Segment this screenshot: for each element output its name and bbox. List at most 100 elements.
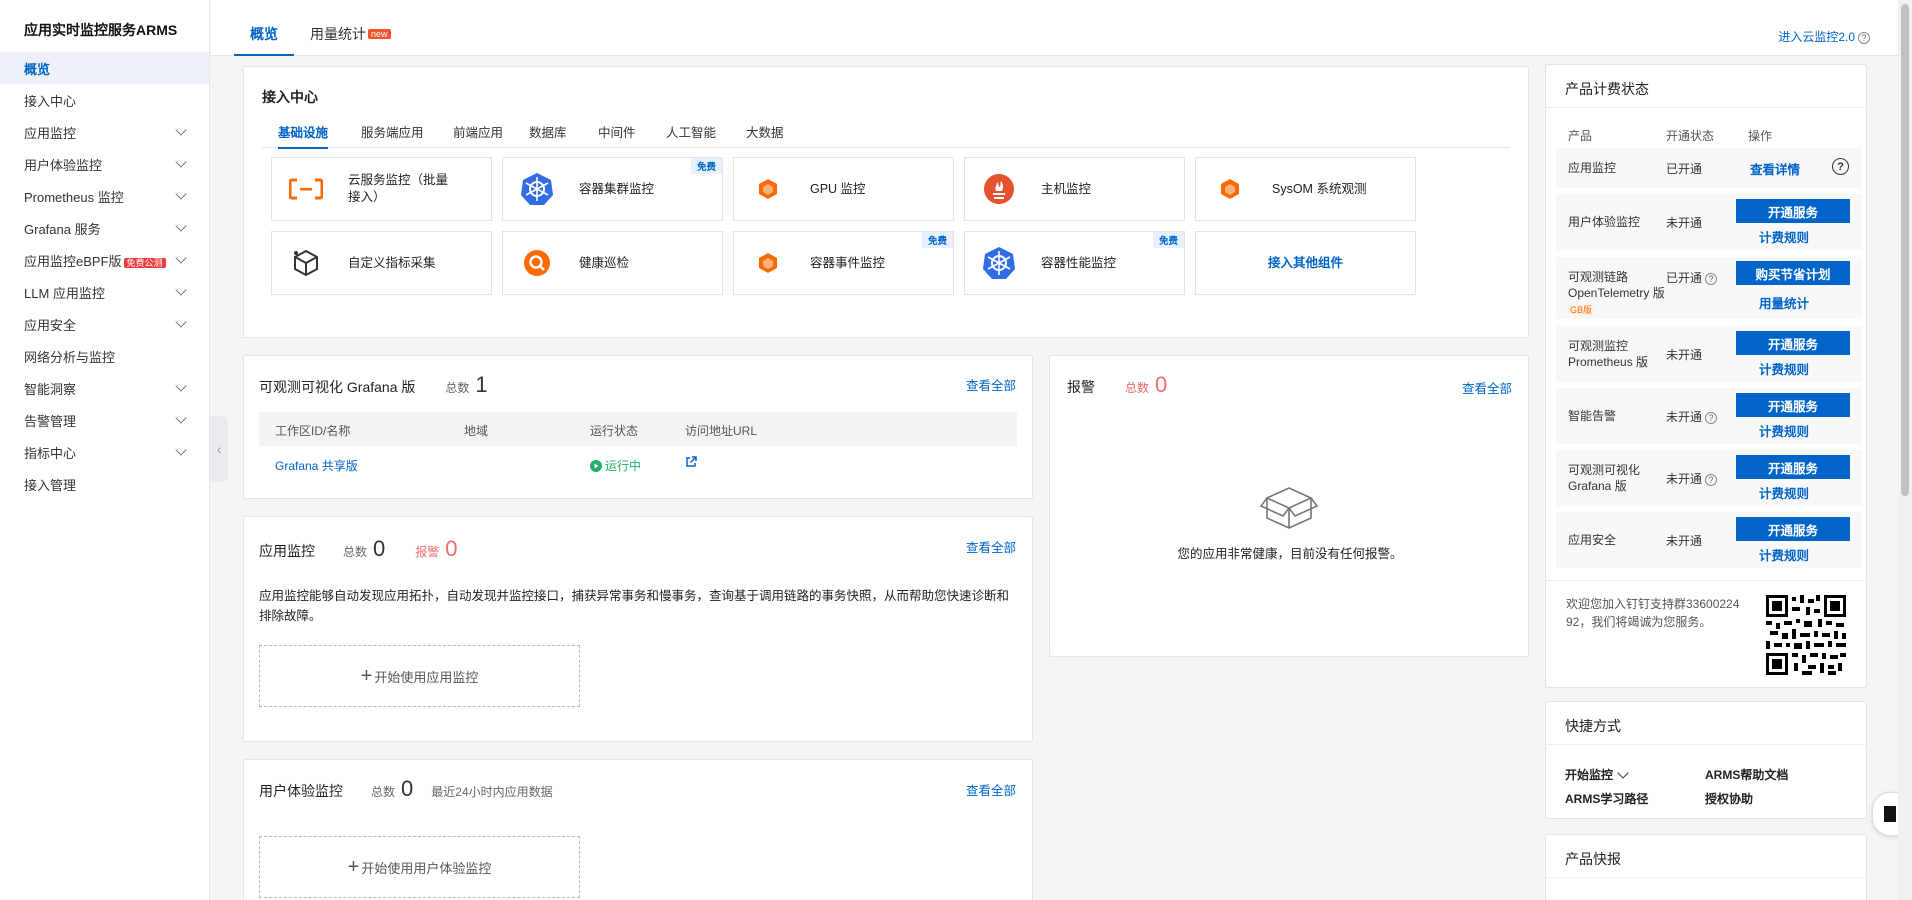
tile-label: 健康巡检 [579,255,630,270]
table-row: Grafana 共享版 运行中 [259,446,1017,480]
start-app-monitor-button[interactable]: + 开始使用应用监控 [259,645,580,707]
app-alarm-count: 0 [445,536,458,561]
tile-container-perf[interactable]: 容器性能监控 免费 [964,231,1185,295]
help-icon: ? [1858,31,1870,44]
sidebar-item-grafana[interactable]: Grafana 服务 [0,212,209,244]
sidebar-item-prometheus[interactable]: Prometheus 监控 [0,180,209,212]
tab-middleware[interactable]: 中间件 [598,122,636,147]
activate-button[interactable]: 开通服务 [1736,331,1850,355]
sidebar-item-app-security[interactable]: 应用安全 [0,308,209,340]
product-name: 可观测链路 OpenTelemetry 版 GB版 [1568,269,1668,318]
view-all-link[interactable]: 查看全部 [1462,378,1512,397]
tile-custom-metrics[interactable]: 自定义指标采集 [271,231,492,295]
view-all-link[interactable]: 查看全部 [966,780,1016,799]
workspace-link[interactable]: Grafana 共享版 [275,457,358,474]
free-badge: 免费 [690,158,722,174]
page-scrollbar[interactable] [1898,0,1912,900]
sidebar-item-ebpf[interactable]: 应用监控eBPF版 免费公测 [0,244,209,276]
tab-frontend[interactable]: 前端应用 [453,122,503,147]
column-header: 开通状态 [1666,129,1715,143]
start-monitoring-dropdown[interactable]: 开始监控 [1565,766,1629,783]
app-monitor-card: 应用监控 总数 0 报警 0 查看全部 应用监控能够自动发现应用拓扑，自动发现并… [243,516,1033,742]
cube-icon [288,245,324,281]
usage-stats-link[interactable]: 用量统计 [1759,293,1809,312]
activate-button[interactable]: 开通服务 [1736,393,1850,417]
tile-gpu[interactable]: GPU 监控 [733,157,954,221]
activate-button[interactable]: 开通服务 [1736,199,1850,223]
tile-cloud-service[interactable]: 云服务监控（批量接入） [271,157,492,221]
chevron-down-icon [175,188,187,200]
running-icon [590,459,602,472]
start-ux-monitor-button[interactable]: + 开始使用用户体验监控 [259,836,580,898]
sidebar-item-ux-monitor[interactable]: 用户体验监控 [0,148,209,180]
tab-overview[interactable]: 概览 [234,24,294,56]
tile-container-events[interactable]: 容器事件监控 免费 [733,231,954,295]
sidebar-item-metrics[interactable]: 指标中心 [0,436,209,468]
tab-infra[interactable]: 基础设施 [278,122,329,149]
chevron-down-icon [1617,766,1629,779]
tile-other-components[interactable]: 接入其他组件 [1195,231,1416,295]
sidebar-item-insight[interactable]: 智能洞察 [0,372,209,404]
pricing-link[interactable]: 计费规则 [1759,545,1809,564]
tile-container-cluster[interactable]: 容器集群监控 免费 [502,157,723,221]
pricing-link[interactable]: 计费规则 [1759,227,1809,246]
product-status: 已开通 [1666,162,1703,176]
view-all-link[interactable]: 查看全部 [966,375,1016,394]
buy-saving-plan-button[interactable]: 购买节省计划 [1736,261,1850,285]
tab-ai[interactable]: 人工智能 [666,122,716,147]
help-icon: ? [1705,473,1718,486]
sidebar-item-overview[interactable]: 概览 [0,52,209,84]
sidebar-item-access-manage[interactable]: 接入管理 [0,468,209,500]
shortcuts-title: 快捷方式 [1565,718,1621,734]
column-header: 地域 [464,424,489,438]
billing-row-app-monitor: 应用监控 已开通 查看详情 ? [1556,148,1862,188]
tab-bigdata[interactable]: 大数据 [746,122,784,147]
sidebar-item-network[interactable]: 网络分析与监控 [0,340,209,372]
sidebar-item-label: 应用安全 [24,317,77,333]
sidebar-collapse-handle[interactable]: ‹ [210,416,228,482]
pricing-link[interactable]: 计费规则 [1759,421,1809,440]
sidebar-item-llm[interactable]: LLM 应用监控 [0,276,209,308]
billing-row-app-security: 应用安全 未开通 开通服务 计费规则 [1556,512,1862,568]
tab-usage[interactable]: 用量统计 new [310,24,391,56]
scrollbar-thumb[interactable] [1901,4,1909,496]
help-icon[interactable]: ? [1832,158,1849,175]
status-text: 未开通 [1666,472,1703,486]
sidebar-item-label: 智能洞察 [24,381,77,397]
product-status: 已开通? [1666,269,1718,286]
sidebar-item-label: Prometheus 监控 [24,189,124,205]
view-details-link[interactable]: 查看详情 [1750,159,1800,178]
pricing-link[interactable]: 计费规则 [1759,359,1809,378]
hexagon-icon [750,245,786,281]
empty-box-icon [1259,484,1319,533]
tile-sysom[interactable]: SysOM 系统观测 [1195,157,1416,221]
new-badge: new [368,29,391,39]
help-docs-link[interactable]: ARMS帮助文档 [1705,766,1788,783]
alarm-count: 0 [1155,372,1168,397]
ux-monitor-card: 用户体验监控 总数 0 最近24小时内应用数据 查看全部 + 开始使用用户体验监控 [243,759,1033,900]
alarm-title: 报警 [1067,379,1095,395]
product-name: 用户体验监控 [1568,215,1641,229]
tile-health-check[interactable]: 健康巡检 [502,231,723,295]
tab-database[interactable]: 数据库 [529,122,567,147]
sidebar-item-app-monitor[interactable]: 应用监控 [0,116,209,148]
learning-path-link[interactable]: ARMS学习路径 [1565,790,1648,807]
tab-server-app[interactable]: 服务端应用 [361,122,424,147]
activate-button[interactable]: 开通服务 [1736,455,1850,479]
grafana-title: 可观测可视化 Grafana 版 [259,379,416,395]
view-all-link[interactable]: 查看全部 [966,537,1016,556]
tile-label: 主机监控 [1041,181,1092,196]
sidebar-item-access-center[interactable]: 接入中心 [0,84,209,116]
external-link-icon[interactable] [685,456,697,471]
billing-row-smart-alert: 智能告警 未开通? 开通服务 计费规则 [1556,388,1862,444]
sidebar: 应用实时监控服务ARMS 概览 接入中心 应用监控 用户体验监控 Prometh… [0,0,210,900]
tile-host[interactable]: 主机监控 [964,157,1185,221]
pricing-link[interactable]: 计费规则 [1759,483,1809,502]
free-badge: 免费 [1152,232,1184,248]
activate-button[interactable]: 开通服务 [1736,517,1850,541]
grafana-card: 可观测可视化 Grafana 版 总数 1 查看全部 工作区ID/名称 地域 运… [243,355,1033,499]
sidebar-item-alert[interactable]: 告警管理 [0,404,209,436]
authorization-link[interactable]: 授权协助 [1705,790,1753,807]
cloud-monitor-link[interactable]: 进入云监控2.0? [1778,28,1870,45]
empty-text: 您的应用非常健康，目前没有任何报警。 [1177,547,1403,561]
